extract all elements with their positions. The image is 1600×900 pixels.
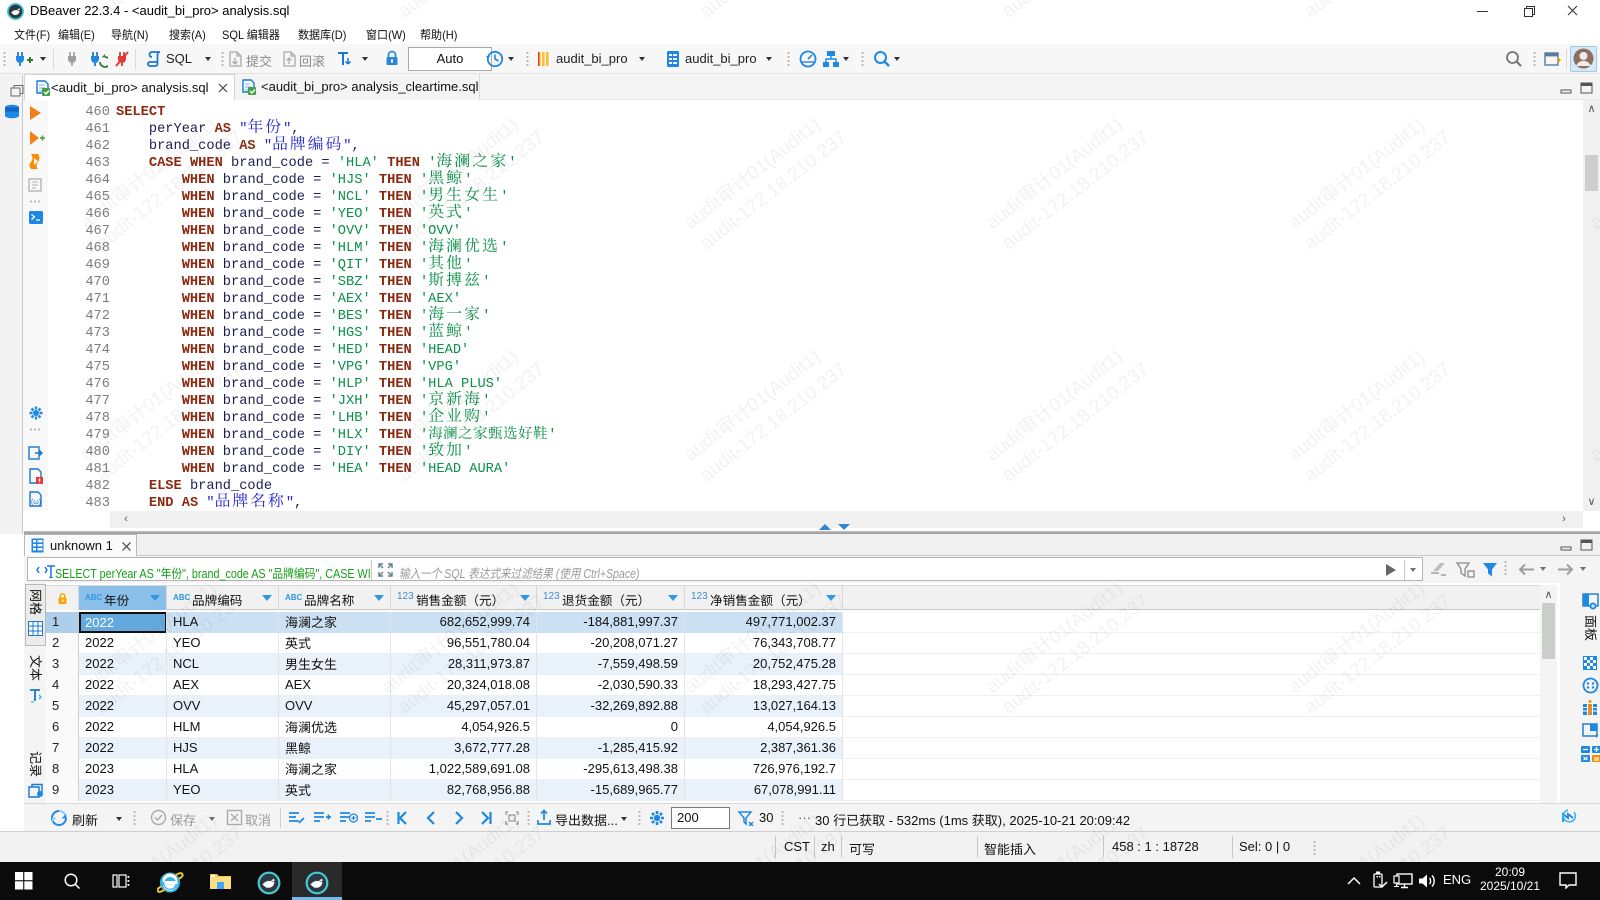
svg-text:(ω): (ω) [31, 499, 41, 506]
